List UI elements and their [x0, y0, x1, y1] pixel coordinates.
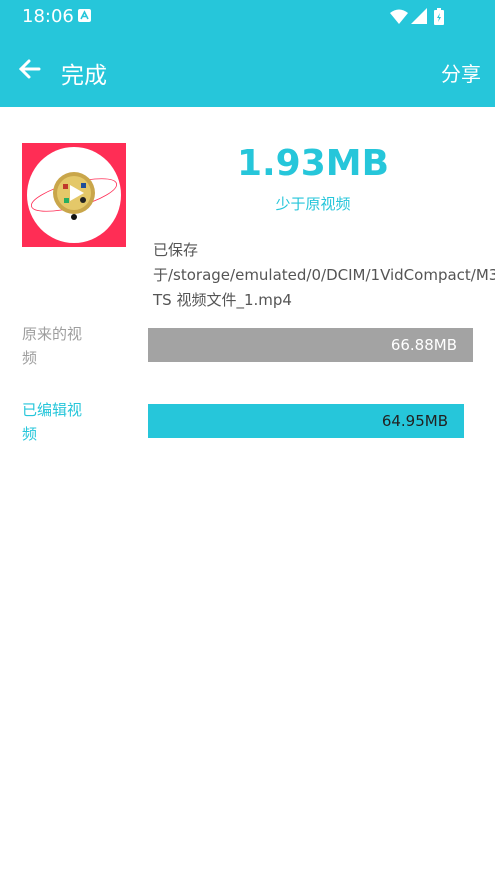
saved-path: 已保存于/storage/emulated/0/DCIM/1VidCompact… [153, 241, 495, 309]
battery-charging-icon [434, 8, 444, 25]
original-size-value: 66.88MB [390, 336, 457, 354]
wifi-icon [390, 9, 408, 24]
edited-video-label: 已编辑视频 [22, 401, 83, 443]
output-size: 1.93MB [236, 143, 390, 184]
size-caption: 少于原视频 [275, 195, 351, 213]
page-title: 完成 [61, 63, 107, 89]
edited-size-value: 64.95MB [381, 412, 448, 430]
arrow-left-icon [18, 59, 41, 79]
signal-icon [411, 8, 427, 24]
app-bar: 完成 分享 [0, 33, 495, 107]
notification-a-icon [78, 9, 91, 22]
status-time: 18:06 [22, 6, 74, 27]
edited-size-bar: 64.95MB [148, 404, 464, 438]
original-size-bar: 66.88MB [148, 328, 473, 362]
back-button[interactable] [12, 51, 48, 87]
original-video-label: 原来的视频 [22, 325, 83, 367]
system-icons [389, 7, 459, 27]
video-thumbnail[interactable] [22, 143, 126, 247]
share-button[interactable]: 分享 [441, 58, 481, 87]
status-bar: 18:06 [0, 0, 495, 33]
thumbnail-image [27, 147, 121, 243]
